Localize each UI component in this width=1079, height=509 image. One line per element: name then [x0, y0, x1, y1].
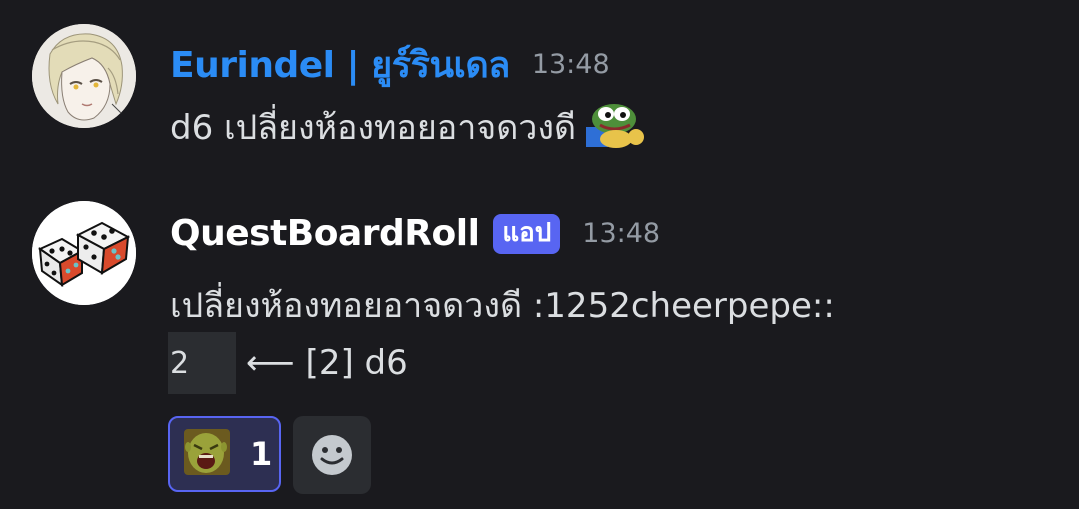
- message-timestamp[interactable]: 13:48: [532, 49, 610, 80]
- message-content: d6 เปลี่ยงห้องทอยอาจดวงดี: [170, 100, 645, 158]
- app-badge: แอป: [493, 213, 561, 254]
- anime-character-avatar-icon: [32, 24, 136, 128]
- dice-avatar-icon: [32, 201, 136, 305]
- roll-value-spoiler[interactable]: 2: [168, 332, 236, 394]
- user-avatar[interactable]: [32, 24, 136, 128]
- add-reaction-button[interactable]: [293, 416, 371, 494]
- smiley-add-reaction-icon: [312, 435, 352, 475]
- bot-avatar[interactable]: [32, 201, 136, 305]
- roll-result-text: ⟵ [2] d6: [246, 343, 408, 383]
- author-name[interactable]: Eurindel | ยูร์รินเดล: [170, 36, 510, 93]
- dice-roll-line: 2 ⟵ [2] d6: [168, 332, 408, 394]
- author-name[interactable]: QuestBoardRoll: [170, 213, 480, 254]
- reaction-button[interactable]: 1: [168, 416, 281, 492]
- shrek-scream-emoji-icon: [184, 429, 230, 479]
- message-text: เปลี่ยงห้องทอยอาจดวงดี :1252cheerpepe::: [170, 286, 835, 326]
- pepe-cheer-emoji-icon[interactable]: [586, 101, 645, 158]
- message-content: เปลี่ยงห้องทอยอาจดวงดี :1252cheerpepe::: [170, 278, 835, 332]
- message-text: d6 เปลี่ยงห้องทอยอาจดวงดี: [170, 108, 577, 148]
- message-timestamp[interactable]: 13:48: [582, 218, 660, 249]
- roll-value: 2: [170, 345, 190, 381]
- reaction-count: 1: [250, 435, 273, 473]
- reactions-bar: 1: [168, 416, 371, 494]
